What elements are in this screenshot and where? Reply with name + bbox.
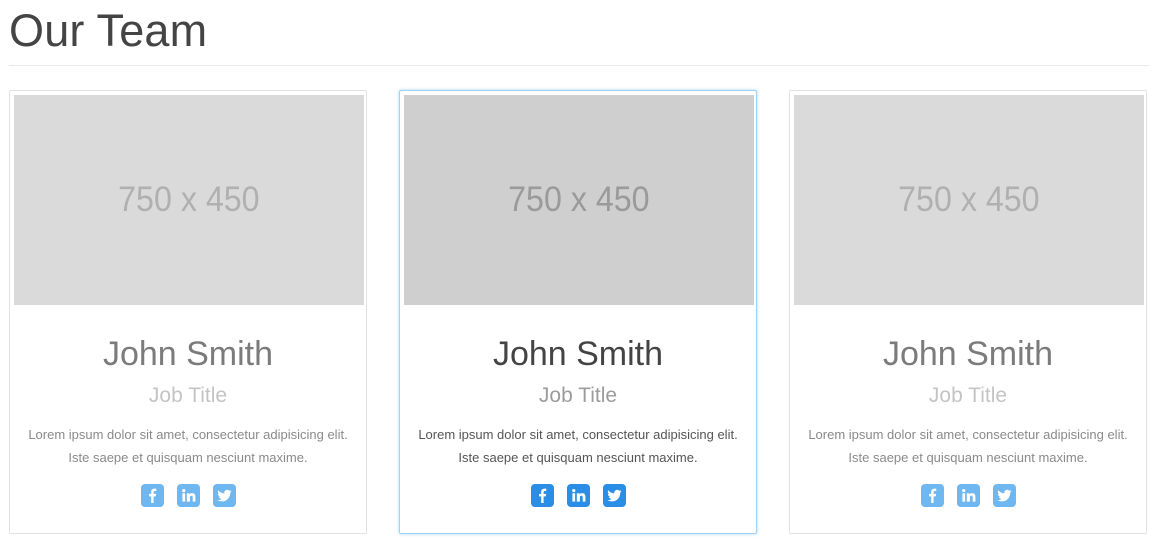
member-description-line: Iste saepe et quisquam nesciunt maxime.	[458, 450, 698, 465]
social-links	[790, 484, 1146, 507]
facebook-icon[interactable]	[530, 484, 554, 507]
member-job-title: Job Title	[928, 384, 1008, 407]
member-description-line: Lorem ipsum dolor sit amet, consectetur …	[28, 427, 348, 442]
linkedin-icon[interactable]	[956, 484, 980, 507]
section-title: Our Team	[9, 5, 208, 56]
facebook-icon[interactable]	[140, 484, 164, 507]
team-member-card: 750 x 450 John Smith Job Title Lorem ips…	[789, 90, 1147, 534]
linkedin-icon[interactable]	[566, 484, 590, 507]
member-name: John Smith	[102, 335, 274, 373]
twitter-icon[interactable]	[602, 484, 626, 507]
linkedin-icon[interactable]	[176, 484, 200, 507]
member-description-line: Iste saepe et quisquam nesciunt maxime.	[68, 450, 308, 465]
member-description-line: Lorem ipsum dolor sit amet, consectetur …	[418, 427, 738, 442]
team-page: Our Team 750 x 450 John Smith Job Title …	[0, 0, 1162, 545]
twitter-icon[interactable]	[212, 484, 236, 507]
photo-placeholder-label: 750 x 450	[508, 180, 650, 219]
member-description-line: Iste saepe et quisquam nesciunt maxime.	[848, 450, 1088, 465]
social-links	[10, 484, 366, 507]
member-description: Lorem ipsum dolor sit amet, consectetur …	[400, 423, 756, 469]
member-description-line: Lorem ipsum dolor sit amet, consectetur …	[808, 427, 1128, 442]
social-links	[400, 484, 756, 507]
member-description: Lorem ipsum dolor sit amet, consectetur …	[10, 423, 366, 469]
member-photo-placeholder: 750 x 450	[404, 95, 754, 305]
member-name: John Smith	[882, 335, 1054, 373]
facebook-icon[interactable]	[920, 484, 944, 507]
title-divider	[9, 65, 1149, 66]
twitter-icon[interactable]	[992, 484, 1016, 507]
team-member-card: 750 x 450 John Smith Job Title Lorem ips…	[399, 90, 757, 534]
member-job-title: Job Title	[148, 384, 228, 407]
member-photo-placeholder: 750 x 450	[794, 95, 1144, 305]
member-description: Lorem ipsum dolor sit amet, consectetur …	[790, 423, 1146, 469]
photo-placeholder-label: 750 x 450	[118, 180, 260, 219]
team-member-card: 750 x 450 John Smith Job Title Lorem ips…	[9, 90, 367, 534]
photo-placeholder-label: 750 x 450	[898, 180, 1040, 219]
member-photo-placeholder: 750 x 450	[14, 95, 364, 305]
member-name: John Smith	[492, 335, 664, 373]
member-job-title: Job Title	[538, 384, 618, 407]
